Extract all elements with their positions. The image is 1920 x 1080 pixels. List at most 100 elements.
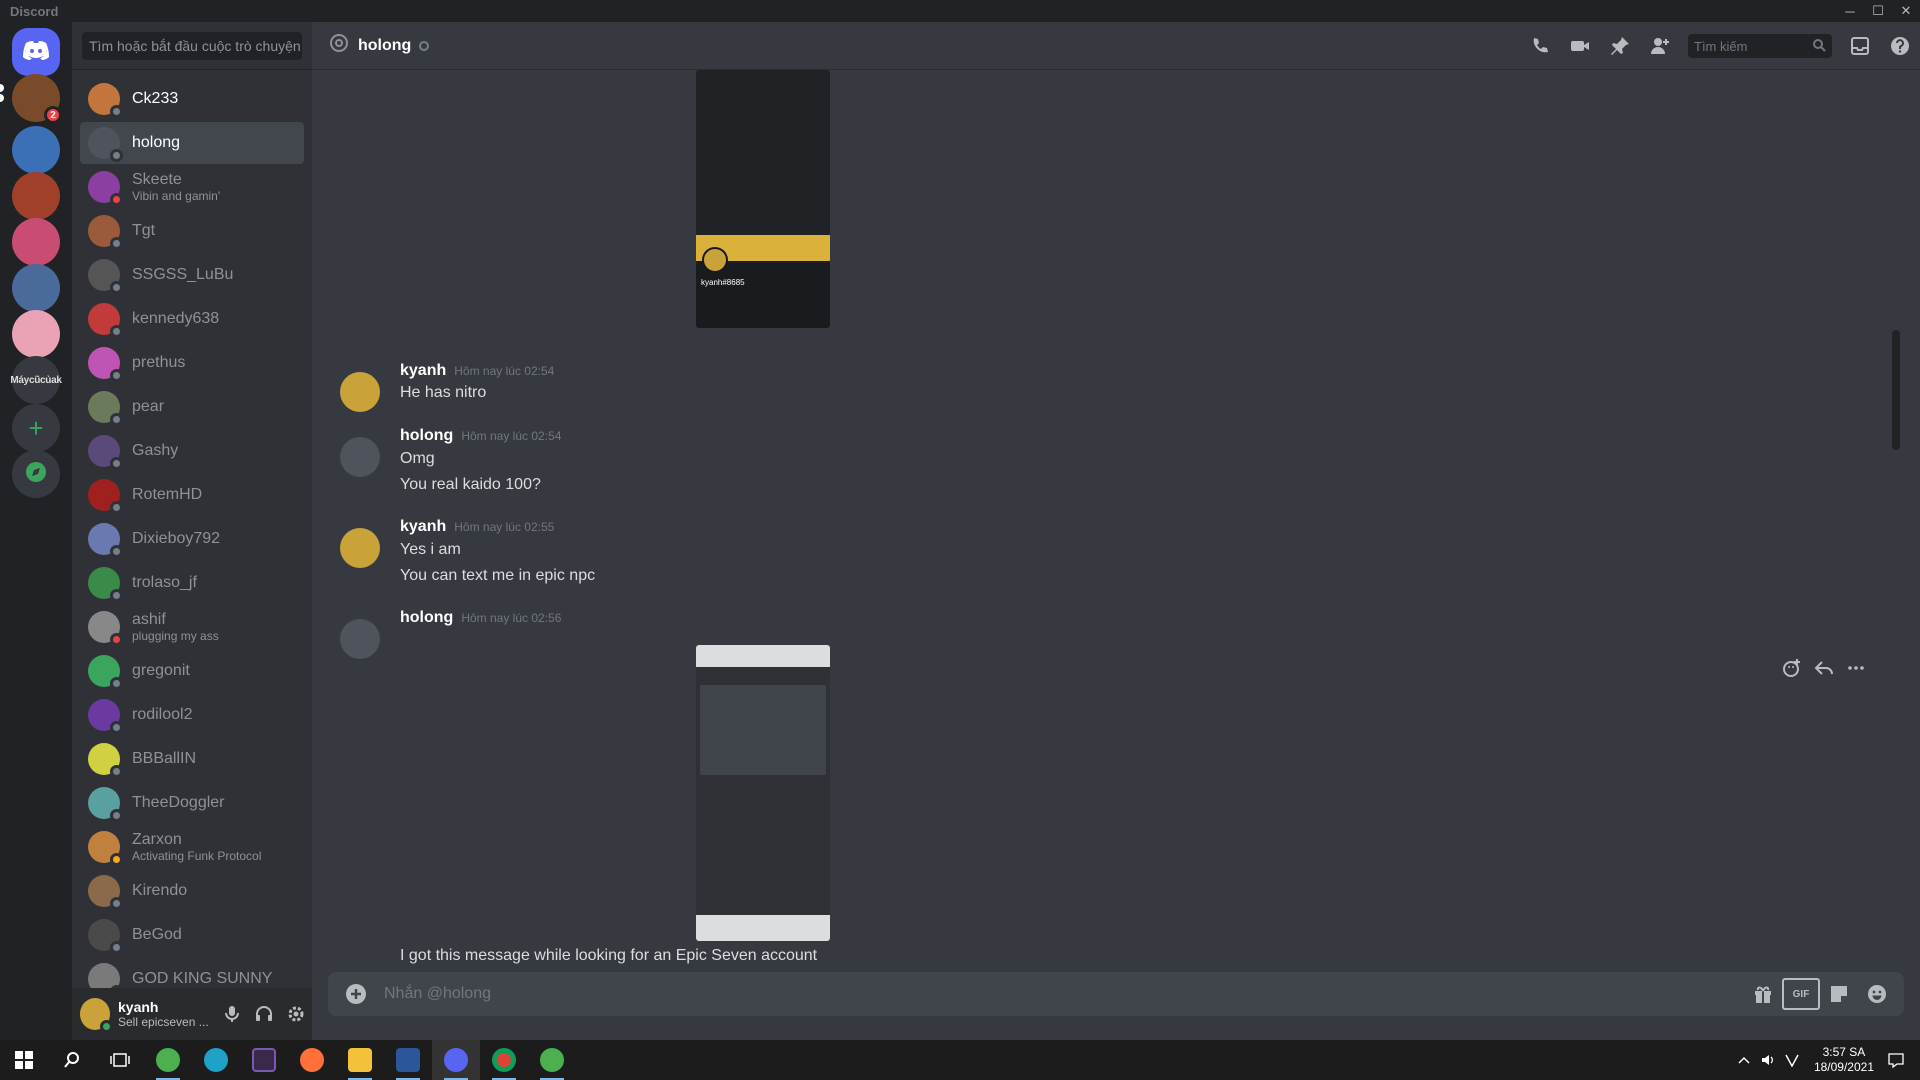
- dm-search-input[interactable]: Tìm hoặc bắt đầu cuộc trò chuyện: [82, 32, 302, 60]
- server-icon[interactable]: [12, 264, 60, 312]
- screenshot-card: [700, 685, 826, 775]
- server-icon[interactable]: [12, 310, 60, 358]
- dm-item[interactable]: RotemHD: [80, 474, 304, 516]
- dm-name: prethus: [132, 354, 186, 371]
- mention-badge: 2: [44, 106, 62, 124]
- discord-taskbar-icon[interactable]: [432, 1040, 480, 1080]
- add-server-button[interactable]: +: [12, 404, 60, 452]
- clock[interactable]: 3:57 SA 18/09/2021: [1814, 1045, 1874, 1075]
- dm-item[interactable]: BBBallIN: [80, 738, 304, 780]
- dm-item[interactable]: Dixieboy792: [80, 518, 304, 560]
- close-button[interactable]: ✕: [1892, 0, 1920, 22]
- search-input[interactable]: Tìm kiếm: [1688, 34, 1832, 58]
- dm-item[interactable]: pear: [80, 386, 304, 428]
- dm-item[interactable]: kennedy638: [80, 298, 304, 340]
- search-placeholder: Tìm kiếm: [1694, 38, 1748, 54]
- task-view-icon[interactable]: [96, 1040, 144, 1080]
- gift-icon[interactable]: [1744, 978, 1782, 1010]
- dm-item[interactable]: Gashy: [80, 430, 304, 472]
- status-indicator: [110, 941, 123, 954]
- search-icon[interactable]: [48, 1040, 96, 1080]
- dm-name: ashif: [132, 611, 166, 628]
- image-attachment[interactable]: kyanh#8685: [696, 70, 830, 328]
- app-icon-green[interactable]: [144, 1040, 192, 1080]
- file-explorer-icon[interactable]: [336, 1040, 384, 1080]
- dm-item[interactable]: Kirendo: [80, 870, 304, 912]
- status-indicator: [110, 237, 123, 250]
- image-attachment[interactable]: [696, 645, 830, 941]
- message-list: kyanh#8685 kyanh Hôm nay lúc 02:54 He ha…: [312, 70, 1904, 970]
- dm-item[interactable]: Zarxon Activating Funk Protocol: [80, 826, 304, 868]
- avatar[interactable]: [340, 528, 380, 568]
- upload-plus-icon[interactable]: [328, 982, 384, 1006]
- message-author[interactable]: kyanh: [400, 518, 446, 536]
- avatar[interactable]: [80, 998, 113, 1033]
- nox-icon[interactable]: [240, 1040, 288, 1080]
- dm-item[interactable]: holong: [80, 122, 304, 164]
- pin-icon[interactable]: [1608, 34, 1632, 58]
- scrollbar[interactable]: [1892, 330, 1900, 450]
- message-author[interactable]: kyanh: [400, 362, 446, 380]
- dm-item[interactable]: Tgt: [80, 210, 304, 252]
- minimize-button[interactable]: ─: [1836, 0, 1864, 22]
- video-call-icon[interactable]: [1568, 34, 1592, 58]
- inbox-icon[interactable]: [1848, 34, 1872, 58]
- dm-item[interactable]: Ck233: [80, 78, 304, 120]
- dm-item[interactable]: Skeete Vibin and gamin': [80, 166, 304, 208]
- server-icon[interactable]: [12, 172, 60, 220]
- user-info[interactable]: kyanh Sell epicseven ...: [118, 999, 208, 1029]
- dm-item[interactable]: prethus: [80, 342, 304, 384]
- edge-browser-icon[interactable]: [192, 1040, 240, 1080]
- chat-area: holong Tìm kiếm kyanh#8685 kyanh Hôm nay…: [312, 22, 1920, 1040]
- message-author[interactable]: holong: [400, 609, 453, 627]
- firefox-icon[interactable]: [288, 1040, 336, 1080]
- app-icon-green-2[interactable]: [528, 1040, 576, 1080]
- server-icon[interactable]: [12, 126, 60, 174]
- server-icon[interactable]: [12, 218, 60, 266]
- explore-servers-button[interactable]: [12, 450, 60, 498]
- chevron-up-icon[interactable]: [1732, 1055, 1756, 1065]
- microphone-icon[interactable]: [216, 998, 248, 1030]
- dm-item[interactable]: ashif plugging my ass: [80, 606, 304, 648]
- network-icon[interactable]: [1780, 1053, 1804, 1067]
- dm-item[interactable]: TheeDoggler: [80, 782, 304, 824]
- message-text: You real kaido 100?: [400, 476, 541, 493]
- avatar[interactable]: [340, 437, 380, 477]
- chrome-icon[interactable]: [480, 1040, 528, 1080]
- dm-item[interactable]: gregonit: [80, 650, 304, 692]
- dm-item-text: rodilool2: [132, 706, 192, 724]
- start-button[interactable]: [0, 1040, 48, 1080]
- status-indicator: [110, 105, 123, 118]
- phone-call-icon[interactable]: [1528, 34, 1552, 58]
- home-button[interactable]: [12, 28, 60, 76]
- headphones-icon[interactable]: [248, 998, 280, 1030]
- message-composer[interactable]: Nhắn @holong GIF: [328, 972, 1904, 1016]
- avatar: [88, 523, 123, 558]
- avatar[interactable]: [340, 372, 380, 412]
- more-icon[interactable]: [1840, 652, 1872, 684]
- dm-item[interactable]: trolaso_jf: [80, 562, 304, 604]
- maximize-button[interactable]: ☐: [1864, 0, 1892, 22]
- word-icon[interactable]: [384, 1040, 432, 1080]
- add-friend-icon[interactable]: [1648, 34, 1672, 58]
- message-author[interactable]: holong: [400, 427, 453, 445]
- gear-icon[interactable]: [280, 998, 312, 1030]
- volume-icon[interactable]: [1756, 1052, 1780, 1068]
- status-indicator: [110, 677, 123, 690]
- dm-item[interactable]: SSGSS_LuBu: [80, 254, 304, 296]
- add-reaction-icon[interactable]: [1776, 652, 1808, 684]
- server-icon-text[interactable]: Máycũcủak: [10, 356, 62, 404]
- message-input[interactable]: Nhắn @holong: [384, 985, 1744, 1003]
- avatar: [88, 127, 123, 162]
- emoji-icon[interactable]: [1858, 978, 1896, 1010]
- help-icon[interactable]: [1888, 34, 1912, 58]
- status-online-indicator: [100, 1020, 113, 1033]
- notification-icon[interactable]: [1884, 1052, 1908, 1068]
- server-icon[interactable]: 2: [12, 74, 62, 124]
- dm-item[interactable]: BeGod: [80, 914, 304, 956]
- gif-button[interactable]: GIF: [1782, 978, 1820, 1010]
- avatar[interactable]: [340, 619, 380, 659]
- sticker-icon[interactable]: [1820, 978, 1858, 1010]
- dm-item[interactable]: rodilool2: [80, 694, 304, 736]
- reply-icon[interactable]: [1808, 652, 1840, 684]
